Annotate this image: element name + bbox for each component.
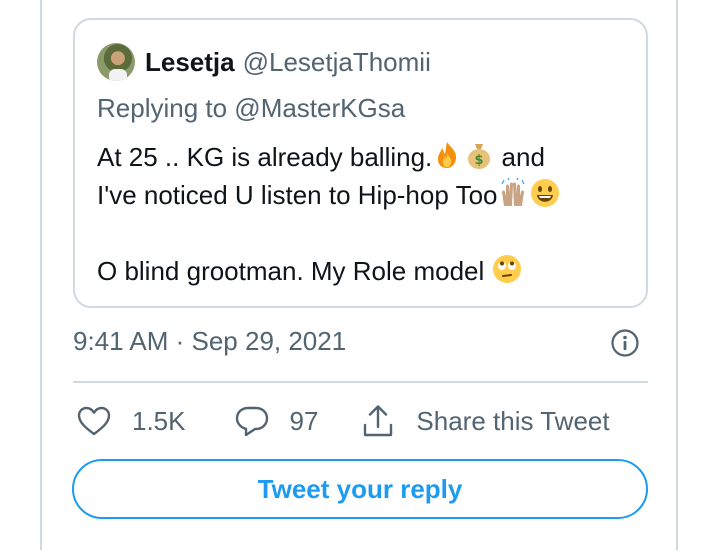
- info-icon[interactable]: [610, 328, 640, 358]
- author-handle[interactable]: @LesetjaThomii: [243, 47, 431, 78]
- fire-emoji-icon: [438, 142, 457, 168]
- tweet-text-segment: At 25 .. KG is already balling.: [97, 142, 433, 172]
- tweet-actions-bar: 1.5K 97 Share this Tweet: [76, 400, 610, 442]
- avatar[interactable]: [97, 43, 135, 81]
- heart-icon: [77, 406, 111, 436]
- reply-count: 97: [289, 405, 319, 436]
- divider: [73, 381, 648, 383]
- like-count: 1.5K: [132, 405, 186, 436]
- quoted-tweet-card[interactable]: Lesetja @LesetjaThomii Replying to @Mast…: [73, 18, 648, 308]
- svg-text:$: $: [475, 153, 484, 168]
- quoted-tweet-text: At 25 .. KG is already balling. $ and I'…: [97, 138, 627, 290]
- tweet-timestamp[interactable]: 9:41 AM · Sep 29, 2021: [73, 326, 346, 357]
- tweet-text-line-2: I've noticed U listen to Hip-hop Too: [97, 176, 627, 214]
- tweet-text-segment: and: [494, 142, 545, 172]
- grinning-face-emoji-icon: [530, 179, 559, 207]
- tweet-text-line-3: O blind grootman. My Role model: [97, 252, 627, 290]
- replying-to-label[interactable]: Replying to @MasterKGsa: [97, 93, 405, 124]
- tweet-text-line-1: At 25 .. KG is already balling. $ and: [97, 138, 627, 176]
- author-name[interactable]: Lesetja: [145, 47, 235, 78]
- face-with-rolling-eyes-emoji-icon: [492, 255, 521, 283]
- money-bag-emoji-icon: $: [468, 144, 491, 169]
- comment-icon: [235, 406, 268, 437]
- tweet-text-segment: O blind grootman. My Role model: [97, 256, 492, 286]
- reply-button[interactable]: 97: [234, 403, 319, 439]
- quoted-author-row: Lesetja @LesetjaThomii: [97, 42, 431, 82]
- share-icon: [364, 405, 393, 437]
- share-label: Share this Tweet: [416, 405, 610, 436]
- tweet-text-segment: I've noticed U listen to Hip-hop Too: [97, 180, 498, 210]
- share-button[interactable]: Share this Tweet: [360, 403, 610, 439]
- tweet-your-reply-button[interactable]: Tweet your reply: [72, 459, 648, 519]
- like-button[interactable]: 1.5K: [76, 403, 186, 439]
- raising-hands-emoji-icon: [500, 178, 525, 206]
